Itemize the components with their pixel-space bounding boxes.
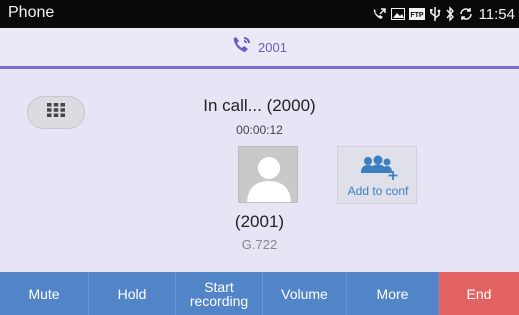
status-icons: FTP 11:54 xyxy=(371,0,515,28)
image-icon xyxy=(390,8,405,20)
call-panel: In call... (2000) 00:00:12 Add to conf (… xyxy=(0,69,519,272)
more-button[interactable]: More xyxy=(347,272,439,315)
start-recording-button[interactable]: Start recording xyxy=(176,272,263,315)
hold-button[interactable]: Hold xyxy=(89,272,176,315)
svg-text:FTP: FTP xyxy=(410,12,424,19)
phone-call-icon xyxy=(232,36,252,59)
line-number: 2001 xyxy=(258,39,287,55)
call-action-bar: Mute Hold Start recording Volume More En… xyxy=(0,272,519,315)
remote-number: (2001) xyxy=(234,212,285,231)
call-header: 2001 xyxy=(0,28,519,66)
ftp-icon: FTP xyxy=(408,8,425,20)
usb-icon xyxy=(429,6,441,22)
add-group-icon xyxy=(360,153,398,186)
call-forward-icon xyxy=(371,7,387,21)
add-to-conf-label: Add to conf xyxy=(347,184,409,198)
start-recording-label-line1: Start xyxy=(204,278,234,295)
end-call-button[interactable]: End xyxy=(439,272,519,315)
contact-silhouette-icon xyxy=(247,157,291,202)
call-timer: 00:00:12 xyxy=(236,123,283,137)
app-title: Phone xyxy=(8,4,55,21)
codec: G.722 xyxy=(241,237,278,252)
avatar xyxy=(238,146,298,203)
status-time: 11:54 xyxy=(478,5,515,23)
bluetooth-icon xyxy=(445,6,455,22)
start-recording-label-line2: recording xyxy=(189,292,249,309)
call-status: In call... (2000) xyxy=(203,96,316,115)
sync-icon xyxy=(459,7,473,21)
mute-button[interactable]: Mute xyxy=(0,272,89,315)
add-to-conf-button[interactable]: Add to conf xyxy=(337,146,417,204)
volume-button[interactable]: Volume xyxy=(263,272,347,315)
status-bar: Phone FTP 11:54 xyxy=(0,0,519,28)
